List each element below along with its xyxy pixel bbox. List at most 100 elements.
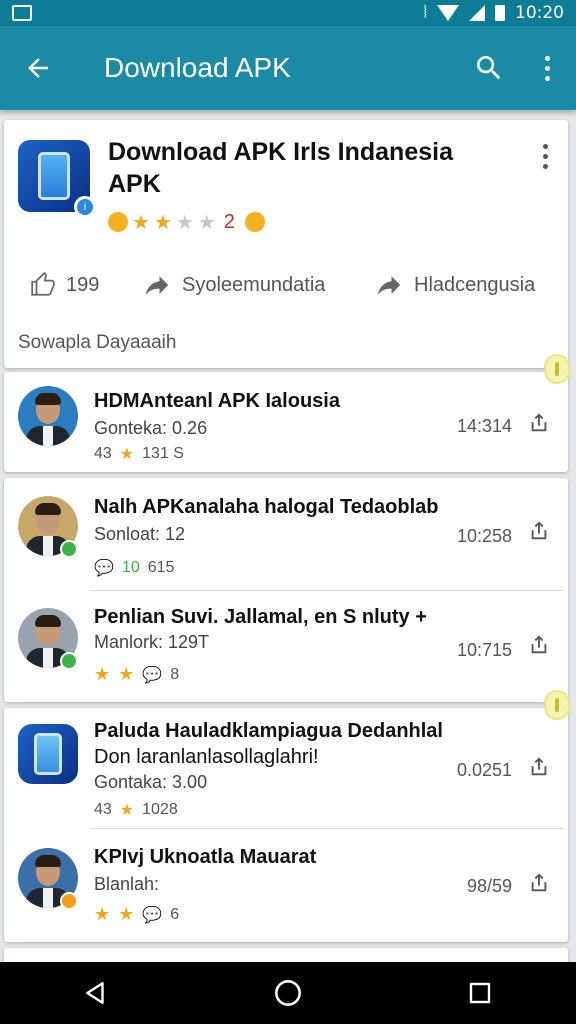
arrow-back-icon xyxy=(28,58,48,78)
item-time: 98/59 xyxy=(466,876,512,896)
item-subtitle: Manlork: 129T xyxy=(94,632,210,652)
item-subtitle: Blanlah: xyxy=(94,874,160,894)
list-item[interactable]: Paluda Hauladklampiagua Dedanhlal Don la… xyxy=(4,708,568,828)
status-bar: ⦚ 10:20 xyxy=(0,0,576,26)
star-icon: ★ xyxy=(94,664,111,685)
nav-recents-button[interactable] xyxy=(450,962,510,1024)
share-icon[interactable] xyxy=(528,412,550,434)
forward-label: Hladcengusia xyxy=(414,273,536,296)
phone-icon xyxy=(38,152,70,200)
item-subtitle: Sonloat: 12 xyxy=(94,524,186,544)
app-details-card: i Download APK Irls Indanesia APK ★ ★ ★ … xyxy=(4,120,568,368)
item-meta: ★ ★ 💬 8 xyxy=(94,664,179,685)
rating-row: ★ ★ ★ ★ 2 xyxy=(108,210,265,234)
app-name: Download APK Irls Indanesia APK xyxy=(108,138,453,198)
app-bar: Download APK xyxy=(0,26,576,110)
star-icon: ★ xyxy=(118,664,135,685)
like-count: 199 xyxy=(66,273,100,296)
meta-value: 615 xyxy=(147,559,175,576)
like-button[interactable]: 199 xyxy=(30,272,142,298)
item-title: Penlian Suvi. Jallamal, en S nluty + xyxy=(94,606,427,628)
forward-button[interactable]: Hladcengusia xyxy=(374,270,535,300)
card-menu-button[interactable] xyxy=(543,144,548,169)
share-icon[interactable] xyxy=(528,872,550,894)
star-icon: ★ xyxy=(132,210,150,234)
share-arrow-icon xyxy=(377,276,401,295)
share-icon[interactable] xyxy=(528,634,550,656)
list-item[interactable]: Penlian Suvi. Jallamal, en S nluty + Man… xyxy=(4,592,568,702)
list-item[interactable]: HDMAnteanl APK Ialousia Gonteka: 0.26 43… xyxy=(4,372,568,472)
battery-icon xyxy=(495,5,505,21)
item-meta: 💬 10 615 xyxy=(94,558,174,578)
share-label: Syoleemundatia xyxy=(182,273,326,296)
more-options-button[interactable] xyxy=(518,26,576,110)
info-badge-icon: i xyxy=(74,196,96,218)
away-status-icon xyxy=(60,892,78,910)
meta-count: 43 xyxy=(94,444,112,462)
section-label: Sowapla Dayaaaih xyxy=(18,332,177,353)
share-arrow-icon xyxy=(145,276,169,295)
app-icon[interactable]: i xyxy=(18,140,96,218)
back-button[interactable] xyxy=(0,26,76,110)
item-title-line2: Don laranlanlasollaglahri! xyxy=(94,746,319,768)
notification-icon xyxy=(12,5,32,21)
list-item[interactable]: KPIvj Uknoatla Mauarat Blanlah: ★ ★ 💬 6 … xyxy=(4,830,568,940)
item-meta: 43 ★ 131 S xyxy=(94,444,184,463)
list-divider xyxy=(90,590,564,591)
smile-emoji-icon xyxy=(244,212,265,232)
nav-recents-icon xyxy=(469,982,491,1004)
item-meta: 43 ★ 1028 xyxy=(94,800,178,819)
nav-home-icon xyxy=(275,980,301,1006)
status-time: 10:20 xyxy=(515,3,564,23)
star-icon: ★ xyxy=(94,904,111,925)
star-icon: ★ xyxy=(118,904,135,925)
system-nav-bar xyxy=(0,962,576,1024)
online-status-icon xyxy=(60,540,78,558)
meta-value: 8 xyxy=(170,665,180,683)
item-time: 14:314 xyxy=(456,416,512,436)
more-vert-icon xyxy=(543,144,548,169)
item-title: KPIvj Uknoatla Mauarat xyxy=(94,846,317,868)
rating-value: 2 xyxy=(223,210,235,233)
share-button[interactable]: Syoleemundatia xyxy=(142,270,374,300)
avatar xyxy=(18,386,78,446)
wifi-icon xyxy=(437,5,459,21)
nav-home-button[interactable] xyxy=(258,962,318,1024)
item-meta: ★ ★ 💬 6 xyxy=(94,904,179,925)
item-subtitle: Gonteka: 0.26 xyxy=(94,418,208,438)
app-avatar xyxy=(18,724,78,784)
search-icon xyxy=(476,56,501,80)
signal-icon xyxy=(469,5,485,21)
item-time: 10:715 xyxy=(456,640,512,660)
phone-icon xyxy=(34,733,62,775)
star-empty-icon: ★ xyxy=(197,210,216,234)
vibrate-icon: ⦚ xyxy=(423,3,427,23)
search-button[interactable] xyxy=(460,26,518,110)
star-empty-icon: ★ xyxy=(175,210,194,234)
thumb-up-icon xyxy=(31,272,55,296)
nav-back-button[interactable] xyxy=(66,962,126,1024)
star-icon: ★ xyxy=(119,444,135,463)
meta-value: 1028 xyxy=(142,800,178,818)
list-item[interactable]: Nalh APKanalaha halogal Tedaoblab Sonloa… xyxy=(4,478,568,588)
comment-icon: 💬 xyxy=(94,560,114,577)
item-subtitle: Gontaka: 3.00 xyxy=(94,772,208,792)
meta-value: 6 xyxy=(170,905,180,923)
item-title: Paluda Hauladklampiagua Dedanhlal xyxy=(94,720,443,742)
comment-icon: 💬 xyxy=(142,906,163,924)
page-title: Download APK xyxy=(104,52,291,83)
share-icon[interactable] xyxy=(528,520,550,542)
item-time: 10:258 xyxy=(456,526,512,546)
star-icon: ★ xyxy=(119,800,135,819)
item-time: 0.0251 xyxy=(456,760,512,780)
stats-row: 199 Syoleemundatia Hladcengusia xyxy=(30,270,550,300)
item-title: Nalh APKanalaha halogal Tedaoblab xyxy=(94,496,439,518)
emoji-icon xyxy=(108,212,128,232)
star-icon: ★ xyxy=(153,210,172,234)
nav-back-icon xyxy=(86,982,104,1004)
more-vert-icon xyxy=(544,55,550,81)
comment-icon: 💬 xyxy=(142,666,163,684)
meta-count: 43 xyxy=(94,800,112,818)
share-icon[interactable] xyxy=(528,756,550,778)
meta-count: 10 xyxy=(121,559,140,576)
